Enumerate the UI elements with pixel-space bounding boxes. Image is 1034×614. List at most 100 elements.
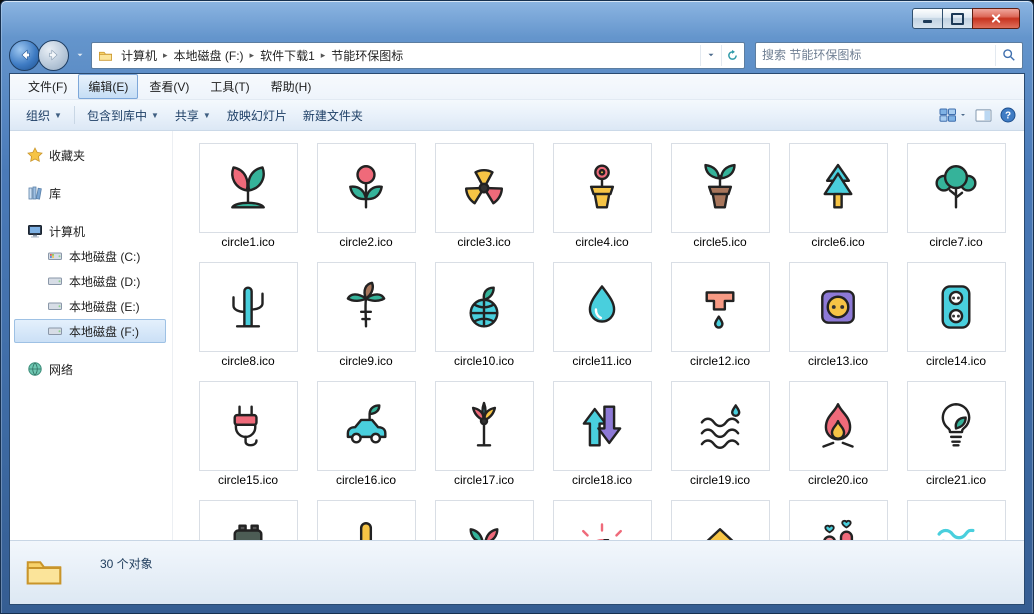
toolbar-button[interactable]: 新建文件夹 — [295, 103, 371, 128]
breadcrumb-segment[interactable]: 计算机 — [116, 45, 162, 66]
sidebar-item[interactable]: 收藏夹 — [14, 143, 166, 167]
file-area[interactable]: circle1.ico circle2.ico circle3.ico circle4… — [173, 131, 1024, 540]
file-tile[interactable]: circle21.ico — [897, 381, 1015, 487]
preview-pane-button[interactable] — [975, 108, 992, 123]
cactus-icon — [199, 262, 298, 352]
titlebar[interactable] — [1, 1, 1033, 37]
file-name: circle18.ico — [572, 473, 632, 487]
file-tile[interactable]: circle8.ico — [189, 262, 307, 368]
body: 收藏夹库计算机本地磁盘 (C:) 本地磁盘 (D:) 本地磁盘 (E:) 本地磁盘 (… — [10, 131, 1024, 540]
file-tile[interactable] — [543, 500, 661, 540]
file-tile[interactable] — [661, 500, 779, 540]
maximize-button[interactable] — [942, 8, 973, 29]
toolbar-button[interactable]: 组织▼ — [18, 103, 70, 128]
palm-icon — [317, 262, 416, 352]
folder-icon-large — [24, 551, 64, 596]
file-name: circle4.ico — [575, 235, 628, 249]
file-tile[interactable]: circle15.ico — [189, 381, 307, 487]
file-tile[interactable] — [897, 500, 1015, 540]
toolbar-button[interactable]: 包含到库中▼ — [79, 103, 167, 128]
file-tile[interactable]: circle9.ico — [307, 262, 425, 368]
sidebar-item[interactable]: 网络 — [14, 357, 166, 381]
search-icon[interactable] — [995, 45, 1022, 66]
file-tile[interactable] — [307, 500, 425, 540]
file-tile[interactable]: circle11.ico — [543, 262, 661, 368]
file-tile[interactable]: circle14.ico — [897, 262, 1015, 368]
sidebar-item[interactable]: 本地磁盘 (E:) — [14, 294, 166, 318]
breadcrumb: 计算机▸本地磁盘 (F:)▸软件下载1▸节能环保图标 — [116, 45, 700, 66]
file-tile[interactable]: circle17.ico — [425, 381, 543, 487]
sidebar-item[interactable]: 本地磁盘 (C:) — [14, 244, 166, 268]
sidebar-item[interactable]: 计算机 — [14, 219, 166, 243]
file-grid: circle1.ico circle2.ico circle3.ico circle4… — [173, 131, 1024, 540]
sidebar-item-label: 本地磁盘 (C:) — [69, 248, 140, 265]
file-tile[interactable]: circle5.ico — [661, 143, 779, 249]
address-dropdown-button[interactable] — [700, 45, 721, 66]
file-name: circle20.ico — [808, 473, 868, 487]
search-box[interactable] — [755, 42, 1023, 69]
svg-text:?: ? — [1005, 111, 1011, 122]
menu-item[interactable]: 编辑(E) — [78, 74, 138, 99]
menu-item[interactable]: 帮助(H) — [261, 74, 322, 99]
spray-pair-icon — [789, 500, 888, 540]
address-bar[interactable]: 计算机▸本地磁盘 (F:)▸软件下载1▸节能环保图标 — [91, 42, 745, 69]
minimize-button[interactable] — [912, 8, 943, 29]
file-tile[interactable] — [189, 500, 307, 540]
toolbar-button[interactable]: 共享 ▼ — [167, 103, 219, 128]
chevron-down-icon: ▼ — [203, 111, 211, 120]
file-name: circle3.ico — [457, 235, 510, 249]
file-tile[interactable]: circle3.ico — [425, 143, 543, 249]
search-input[interactable] — [756, 48, 995, 62]
file-tile[interactable]: circle20.ico — [779, 381, 897, 487]
menu-item[interactable]: 文件(F) — [18, 74, 77, 99]
file-tile[interactable]: circle10.ico — [425, 262, 543, 368]
help-button[interactable]: ? — [1000, 107, 1016, 123]
file-tile[interactable]: circle12.ico — [661, 262, 779, 368]
file-tile[interactable]: circle4.ico — [543, 143, 661, 249]
file-tile[interactable] — [425, 500, 543, 540]
file-tile[interactable]: circle16.ico — [307, 381, 425, 487]
toolbar-button[interactable]: 放映幻灯片 — [219, 103, 295, 128]
back-button[interactable] — [9, 40, 40, 71]
file-tile[interactable]: circle13.ico — [779, 262, 897, 368]
item-count: 30 个对象 — [100, 555, 153, 572]
file-name: circle7.ico — [929, 235, 982, 249]
refresh-button[interactable] — [721, 45, 742, 66]
water-waves-icon — [671, 381, 770, 471]
file-tile[interactable]: circle18.ico — [543, 381, 661, 487]
tree-icon — [907, 143, 1006, 233]
file-name: circle11.ico — [572, 354, 631, 368]
change-view-button[interactable] — [939, 107, 967, 123]
toolbar-button-label: 共享 — [175, 107, 199, 124]
sidebar-item[interactable]: 本地磁盘 (D:) — [14, 269, 166, 293]
menu-bar: 文件(F)编辑(E)查看(V)工具(T)帮助(H) — [10, 74, 1024, 100]
breadcrumb-segment[interactable]: 本地磁盘 (F:) — [169, 45, 249, 66]
toolbar-button-label: 放映幻灯片 — [227, 107, 287, 124]
file-name: circle2.ico — [339, 235, 392, 249]
file-tile[interactable]: circle2.ico — [307, 143, 425, 249]
recycle-arrows-icon — [553, 381, 652, 471]
solar-energy-icon — [553, 500, 652, 540]
waves-icon — [907, 500, 1006, 540]
menu-item[interactable]: 查看(V) — [139, 74, 199, 99]
library-icon — [27, 185, 43, 201]
breadcrumb-segment[interactable]: 软件下载1 — [255, 45, 320, 66]
file-tile[interactable]: circle1.ico — [189, 143, 307, 249]
menu-item[interactable]: 工具(T) — [200, 74, 259, 99]
file-tile[interactable]: circle6.ico — [779, 143, 897, 249]
sidebar-item-label: 网络 — [49, 361, 73, 378]
bonfire-icon — [789, 381, 888, 471]
recent-pages-dropdown[interactable] — [73, 44, 87, 66]
file-tile[interactable] — [779, 500, 897, 540]
close-button[interactable] — [972, 8, 1020, 29]
file-name: circle16.ico — [336, 473, 396, 487]
toolbar-right: ? — [939, 107, 1016, 123]
sidebar-item[interactable]: 库 — [14, 181, 166, 205]
sidebar-item-label: 本地磁盘 (E:) — [69, 298, 140, 315]
file-tile[interactable]: circle19.ico — [661, 381, 779, 487]
breadcrumb-segment[interactable]: 节能环保图标 — [326, 45, 408, 66]
sidebar-item[interactable]: 本地磁盘 (F:) — [14, 319, 166, 343]
chevron-down-icon — [706, 50, 716, 60]
forward-button[interactable] — [38, 40, 69, 71]
file-tile[interactable]: circle7.ico — [897, 143, 1015, 249]
